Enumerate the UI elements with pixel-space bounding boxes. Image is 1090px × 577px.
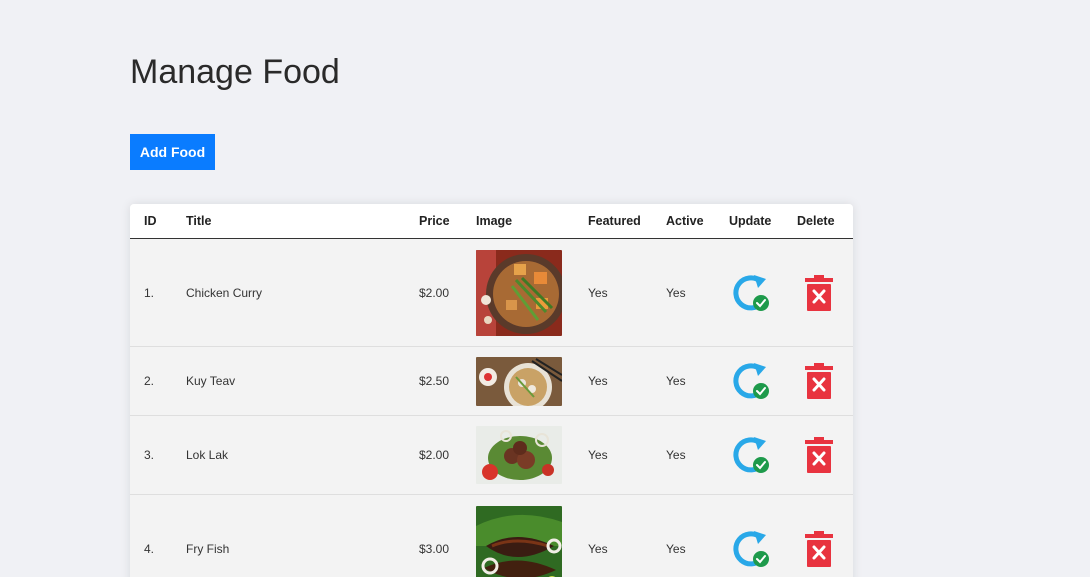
row-id: 4. [130, 494, 186, 577]
row-active: Yes [666, 494, 729, 577]
fry-fish-photo [476, 505, 562, 577]
chicken-curry-photo [476, 249, 562, 336]
row-title: Kuy Teav [186, 346, 419, 416]
table-row: 1. Chicken Curry $2.00 Yes Yes [130, 238, 853, 347]
header-active: Active [666, 204, 729, 239]
table-header-row: ID Title Price Image Featured Active Upd… [130, 204, 853, 239]
table-row: 4. Fry Fish $3.00 Yes Yes [130, 494, 853, 577]
header-featured: Featured [588, 204, 666, 239]
row-price: $2.50 [419, 346, 476, 416]
row-price: $3.00 [419, 494, 476, 577]
update-icon[interactable] [732, 529, 772, 569]
row-title: Lok Lak [186, 415, 419, 495]
row-featured: Yes [588, 494, 666, 577]
row-active: Yes [666, 415, 729, 495]
header-update: Update [729, 204, 797, 239]
row-featured: Yes [588, 238, 666, 347]
kuy-teav-photo [476, 356, 562, 406]
header-image: Image [476, 204, 588, 239]
row-title: Fry Fish [186, 494, 419, 577]
row-price: $2.00 [419, 415, 476, 495]
header-delete: Delete [797, 204, 853, 239]
delete-icon[interactable] [805, 363, 833, 399]
page-title: Manage Food [130, 53, 340, 91]
add-food-button[interactable]: Add Food [130, 134, 215, 170]
lok-lak-photo [476, 426, 562, 484]
food-table: ID Title Price Image Featured Active Upd… [130, 204, 853, 577]
row-id: 2. [130, 346, 186, 416]
food-table-card: ID Title Price Image Featured Active Upd… [130, 204, 853, 577]
header-title: Title [186, 204, 419, 239]
row-title: Chicken Curry [186, 238, 419, 347]
row-id: 3. [130, 415, 186, 495]
row-active: Yes [666, 346, 729, 416]
row-id: 1. [130, 238, 186, 347]
update-icon[interactable] [732, 273, 772, 313]
row-featured: Yes [588, 346, 666, 416]
manage-food-page: Manage Food Add Food ID Title Price Imag… [0, 0, 1090, 577]
delete-icon[interactable] [805, 274, 833, 311]
delete-icon[interactable] [805, 437, 833, 473]
update-icon[interactable] [732, 361, 772, 401]
header-id: ID [130, 204, 186, 239]
row-featured: Yes [588, 415, 666, 495]
delete-icon[interactable] [805, 530, 833, 567]
table-row: 3. Lok Lak $2.00 Yes Yes [130, 415, 853, 495]
header-price: Price [419, 204, 476, 239]
update-icon[interactable] [732, 435, 772, 475]
row-price: $2.00 [419, 238, 476, 347]
row-active: Yes [666, 238, 729, 347]
table-row: 2. Kuy Teav $2.50 Yes Yes [130, 346, 853, 416]
